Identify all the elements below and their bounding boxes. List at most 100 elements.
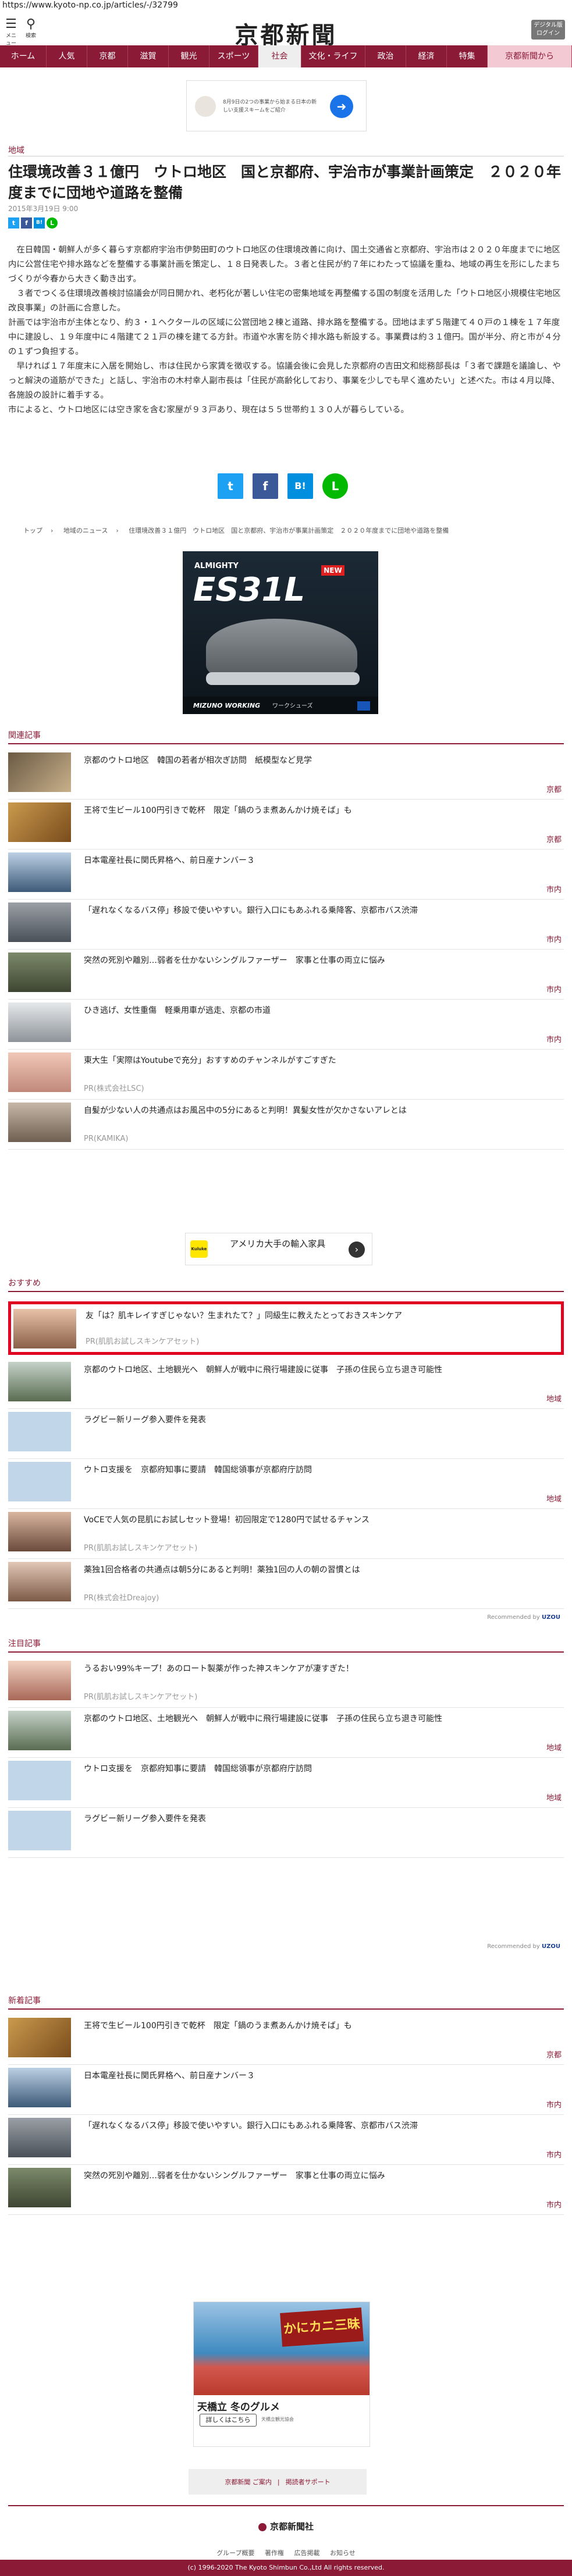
advertiser-logo — [195, 96, 216, 117]
recommend-item[interactable]: ウトロ支援を 京都府知事に要請 韓国総領事が京都府庁訪問 地域 — [8, 1458, 564, 1509]
twitter-icon[interactable]: t — [8, 217, 19, 229]
ad-shoe[interactable]: ALMIGHTY ES31L NEW MIZUNO WORKING ワークシュー… — [183, 551, 378, 714]
recommend-item[interactable]: ラグビー新リーグ参入要件を発表 — [8, 1408, 564, 1459]
line-icon[interactable]: L — [47, 217, 58, 229]
breadcrumb-local[interactable]: 地域のニュース — [63, 527, 108, 534]
twitter-share-button[interactable]: t — [218, 473, 243, 499]
related-item[interactable]: 突然の死別や離別…弱者を仕かないシングルファーザー 家事と仕事の両立に悩み 市内 — [8, 949, 564, 1000]
item-tag[interactable]: 地域 — [546, 1393, 562, 1404]
nav-politics[interactable]: 政治 — [365, 45, 406, 67]
item-title: 突然の死別や離別…弱者を仕かないシングルファーザー 家事と仕事の両立に悩み — [84, 956, 385, 965]
facebook-icon[interactable]: f — [21, 217, 32, 229]
item-tag[interactable]: 地域 — [546, 1742, 562, 1753]
related-item[interactable]: 王将で生ビール100円引きで乾杯 限定「鍋のうま煮あんかけ焼そば」も 京都 — [8, 799, 564, 850]
footer-logo[interactable]: 京都新聞社 — [0, 2520, 572, 2532]
thumbnail — [8, 1362, 71, 1401]
latest-item[interactable]: 日本電産社長に関氏昇格へ、前日産ナンバー３ 市内 — [8, 2064, 564, 2115]
nav-home[interactable]: ホーム — [0, 45, 47, 67]
footer-link[interactable]: グループ概要 — [216, 2549, 254, 2557]
nav-shiga[interactable]: 滋賀 — [128, 45, 169, 67]
nav-popular[interactable]: 人気 — [47, 45, 87, 67]
latest-item[interactable]: 王将で生ビール100円引きで乾杯 限定「鍋のうま煮あんかけ焼そば」も 京都 — [8, 2014, 564, 2065]
item-tag[interactable]: 京都 — [546, 833, 562, 844]
footer-link[interactable]: お知らせ — [330, 2549, 356, 2557]
nav-tourism[interactable]: 観光 — [169, 45, 209, 67]
recommend-item-highlighted[interactable]: 友「は？肌キレイすぎじゃない？生まれたて？」同級生に教えたとっておきスキンケア … — [8, 1301, 564, 1355]
item-tag[interactable]: 京都 — [546, 783, 562, 794]
footer-info-bar: 京都新聞 ご案内 | 掲読者サポート — [189, 2469, 367, 2495]
recommended-by[interactable]: Recommended by UZOU — [487, 1943, 560, 1950]
item-pr: PR(KAMIKA) — [84, 1134, 129, 1143]
nav-from-kyoto-np[interactable]: 京都新聞から — [488, 45, 572, 67]
article-section[interactable]: 地域 — [8, 144, 24, 156]
nav-feature[interactable]: 特集 — [447, 45, 488, 67]
breadcrumb: トップ › 地域のニュース › 住環境改善３１億円 ウトロ地区 国と京都府、宇治市が… — [23, 527, 449, 534]
item-tag[interactable]: 市内 — [546, 1033, 562, 1044]
related-item[interactable]: 「遅れなくなるバス停」移設で使いやすい。銀行入口にもあふれる乗降客、京都市バス渋… — [8, 899, 564, 950]
item-title: 東大生「実際はYoutubeで充分」おすすめのチャンネルがすごすぎた — [84, 1056, 336, 1065]
latest-item[interactable]: 「遅れなくなるバス停」移設で使いやすい。銀行入口にもあふれる乗降客、京都市バス渋… — [8, 2114, 564, 2165]
item-tag[interactable]: 市内 — [546, 2099, 562, 2110]
recommend-item[interactable]: 京都のウトロ地区、土地観光へ 朝鮮人が戦中に飛行場建設に従事 子孫の住民ら立ち退… — [8, 1358, 564, 1409]
guide-link[interactable]: 京都新聞 ご案内 — [225, 2477, 272, 2486]
item-tag[interactable]: 市内 — [546, 933, 562, 944]
brand-mark-icon — [357, 701, 370, 711]
chevron-right-icon[interactable]: › — [349, 1241, 365, 1258]
nav-culture[interactable]: 文化・ライフ — [301, 45, 365, 67]
hatena-share-button[interactable]: B! — [287, 473, 313, 499]
nav-kyoto[interactable]: 京都 — [87, 45, 128, 67]
related-item[interactable]: 自髪が少ない人の共通点はお風呂中の5分にあると判明！異髪女性が欠かさないアレとは… — [8, 1099, 564, 1150]
attention-item[interactable]: 京都のウトロ地区、土地観光へ 朝鮮人が戦中に飛行場建設に従事 子孫の住民ら立ち退… — [8, 1707, 564, 1758]
nav-society[interactable]: 社会 — [258, 45, 301, 67]
item-title: 薬独1回合格者の共通点は朝5分にあると判明！薬独1回の人の朝の習慣とは — [84, 1565, 360, 1575]
site-header: ☰ メニュー ⚲ 検索 京都新聞 デジタル版ログイン — [0, 12, 572, 49]
article-paragraph: 在日韓国・朝鮮人が多く暮らす京都府宇治市伊勢田町のウトロ地区の住環境改善に向け、… — [8, 245, 560, 284]
item-tag[interactable]: 地域 — [546, 1493, 562, 1504]
related-item[interactable]: 日本電産社長に関氏昇格へ、前日産ナンバー３ 市内 — [8, 849, 564, 900]
recommend-item[interactable]: 薬独1回合格者の共通点は朝5分にあると判明！薬独1回の人の朝の習慣とは PR(株… — [8, 1558, 564, 1609]
item-tag[interactable]: 市内 — [546, 883, 562, 894]
browser-url: https://www.kyoto-np.co.jp/articles/-/32… — [2, 1, 178, 10]
ad-text: 8月9日の2つの事業から始まる日本の新しい支援スキームをご紹介 — [223, 99, 317, 113]
related-item[interactable]: 京都のウトロ地区 韓国の若者が相次ぎ訪問 紙模型など見学 京都 — [8, 749, 564, 800]
ad-details-button[interactable]: 詳しくはこちら — [200, 2414, 257, 2427]
hatena-icon[interactable]: B! — [34, 217, 45, 229]
related-item[interactable]: 東大生「実際はYoutubeで充分」おすすめのチャンネルがすごすぎた PR(株式… — [8, 1049, 564, 1100]
item-tag[interactable]: 地域 — [546, 1792, 562, 1803]
attention-item[interactable]: ウトロ支援を 京都府知事に要請 韓国総領事が京都府庁訪問 地域 — [8, 1757, 564, 1808]
attention-item[interactable]: うるおい99%キープ！あのロート製薬が作った神スキンケアが凄すぎた！ PR(肌肌… — [8, 1657, 564, 1708]
latest-item[interactable]: 突然の死別や離別…弱者を仕かないシングルファーザー 家事と仕事の両立に悩み 市内 — [8, 2164, 564, 2215]
related-item[interactable]: ひき逃げ、女性重傷 軽乗用車が逃走、京都の市道 市内 — [8, 999, 564, 1050]
footer-link[interactable]: 著作権 — [265, 2549, 284, 2557]
thumbnail — [8, 2168, 71, 2207]
nav-sports[interactable]: スポーツ — [209, 45, 258, 67]
facebook-share-button[interactable]: f — [253, 473, 278, 499]
thumbnail — [8, 1512, 71, 1551]
item-title: 「遅れなくなるバス停」移設で使いやすい。銀行入口にもあふれる乗降客、京都市バス渋… — [84, 906, 418, 915]
attention-item[interactable]: ラグビー新リーグ参入要件を発表 — [8, 1807, 564, 1858]
footer-links: グループ概要 著作権 広告掲載 お知らせ — [0, 2548, 572, 2557]
support-link[interactable]: 掲読者サポート — [286, 2477, 331, 2486]
item-tag[interactable]: 市内 — [546, 2199, 562, 2210]
recommended-by[interactable]: Recommended by UZOU — [487, 1614, 560, 1621]
thumbnail — [13, 1309, 76, 1348]
recommend-item[interactable]: VoCEで人気の昆肌にお試しセット登場！初回限定で1280円で試せるチャンス P… — [8, 1508, 564, 1559]
item-title: 京都のウトロ地区 韓国の若者が相次ぎ訪問 紙模型など見学 — [84, 756, 312, 765]
shoe-sole — [206, 672, 360, 685]
breadcrumb-home[interactable]: トップ — [23, 527, 42, 534]
ad-brand: ALMIGHTY — [194, 562, 239, 570]
item-tag[interactable]: 市内 — [546, 2149, 562, 2160]
item-tag[interactable]: 京都 — [546, 2049, 562, 2060]
item-tag[interactable]: 市内 — [546, 983, 562, 994]
arrow-right-icon[interactable]: ➜ — [330, 95, 353, 118]
ad-furniture[interactable]: Kuluke アメリカ大手の輸入家具 › — [185, 1233, 372, 1265]
ad-amanohashidate[interactable]: かにカニ三昧 天橋立 冬のグルメ 詳しくはこちら 天橋立観光協会 — [193, 2302, 370, 2447]
related-heading: 関連記事 — [8, 729, 564, 744]
nav-economy[interactable]: 経済 — [406, 45, 447, 67]
item-title: 日本電産社長に関氏昇格へ、前日産ナンバー３ — [84, 2071, 255, 2081]
ad-banner: かにカニ三昧 — [280, 2307, 364, 2347]
line-share-button[interactable]: L — [322, 473, 348, 499]
ad-top-banner[interactable]: 8月9日の2つの事業から始まる日本の新しい支援スキームをご紹介 ➜ — [186, 80, 367, 131]
footer-link[interactable]: 広告掲載 — [294, 2549, 320, 2557]
digital-login-button[interactable]: デジタル版ログイン — [531, 20, 565, 40]
